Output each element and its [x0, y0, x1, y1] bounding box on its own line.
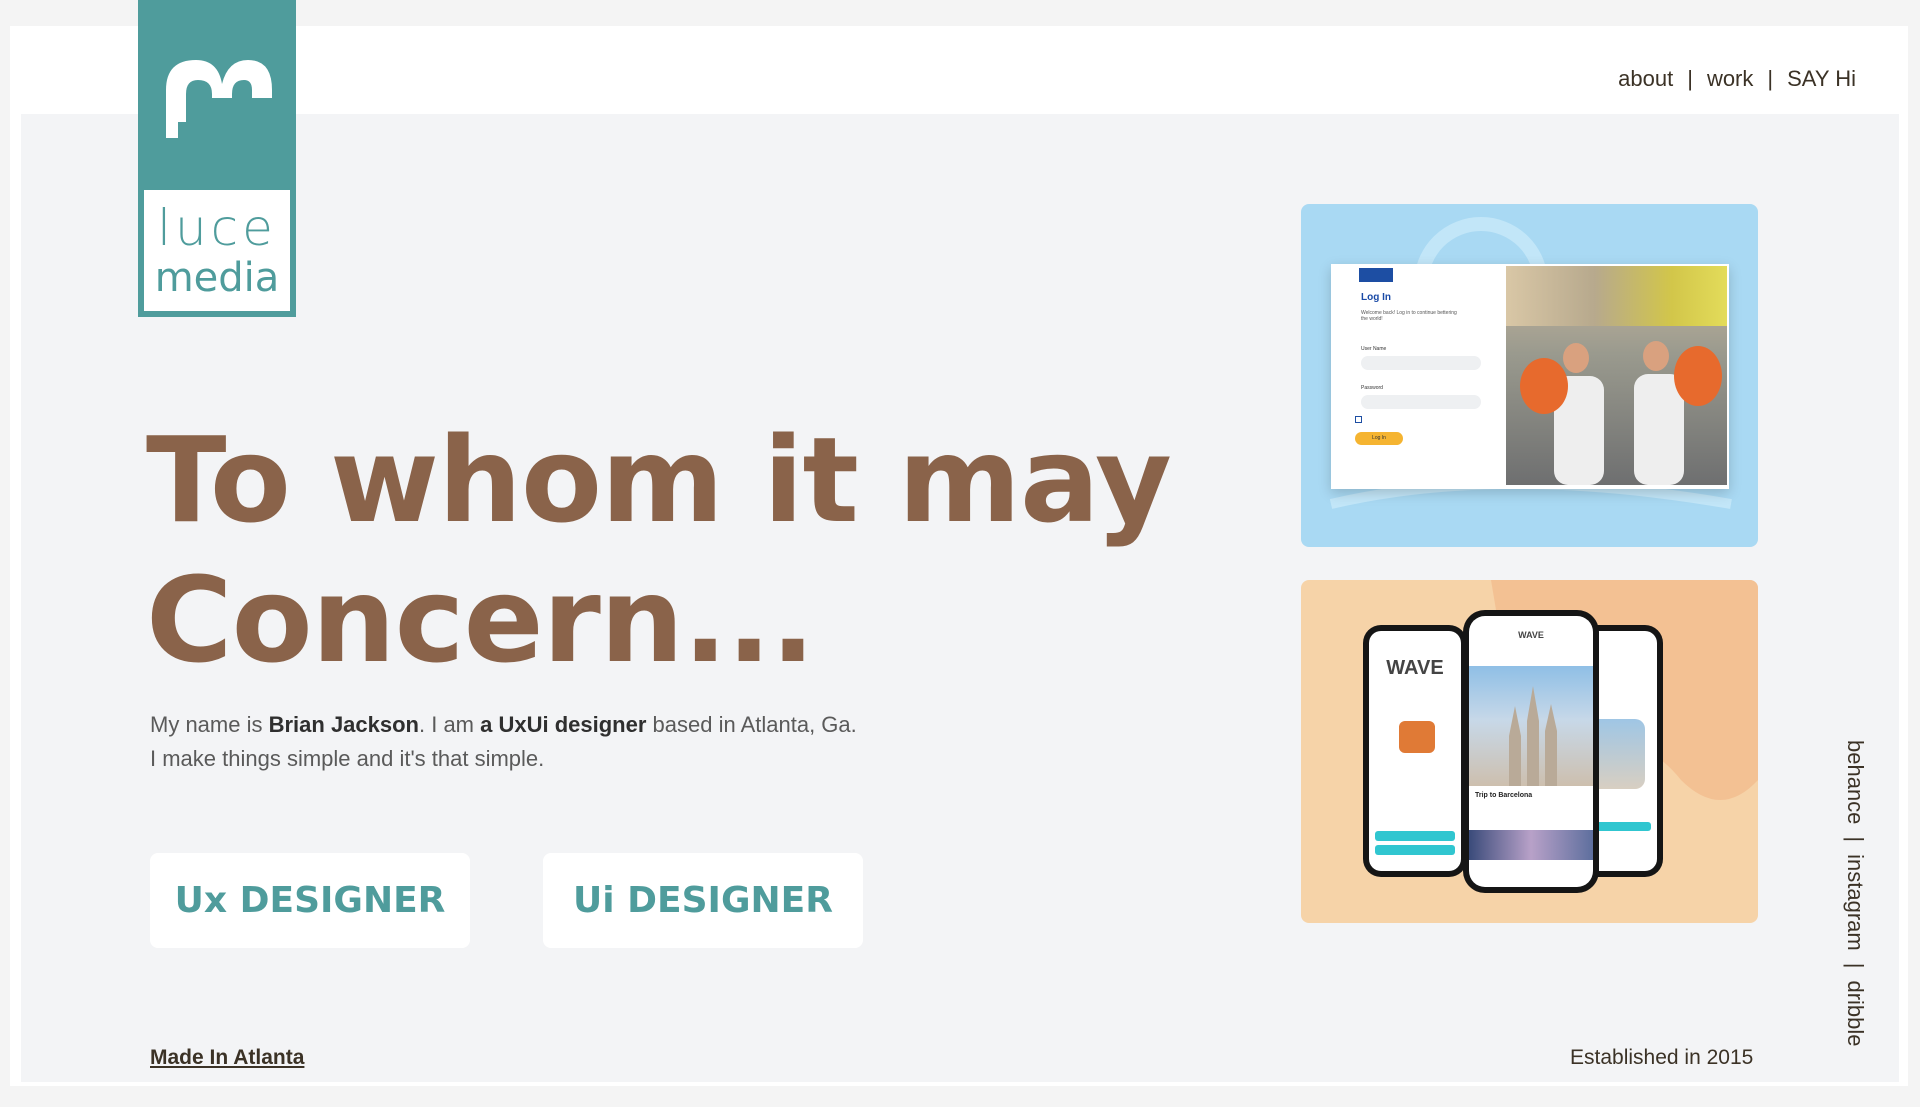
logo-text-box: luce media	[144, 190, 290, 311]
password-field	[1361, 395, 1481, 409]
united-way-logo	[1359, 268, 1393, 282]
behance-link[interactable]: behance	[1842, 740, 1868, 824]
intro-name: Brian Jackson	[268, 712, 419, 737]
dribble-link[interactable]: dribble	[1842, 980, 1868, 1046]
instagram-link[interactable]: instagram	[1842, 854, 1868, 951]
intro-mid: . I am	[419, 712, 481, 737]
logo-wordmark-media: media	[154, 255, 280, 301]
username-field	[1361, 356, 1481, 370]
wave-brand-left: WAVE	[1386, 657, 1444, 679]
volunteers-photo	[1506, 266, 1727, 485]
phone-center: WAVE Trip to Barcelona	[1463, 610, 1599, 893]
nav-separator: |	[1767, 66, 1774, 91]
page-headline: To whom it may Concern...	[146, 410, 1172, 690]
nav-work-link[interactable]: work	[1707, 66, 1753, 92]
wave-brand-center: WAVE	[1518, 630, 1544, 640]
intro-prefix: My name is	[150, 712, 269, 737]
intro-role: a UxUi designer	[480, 712, 647, 737]
intro-text: My name is Brian Jackson. I am a UxUi de…	[150, 708, 857, 776]
ux-designer-button[interactable]: Ux DESIGNER	[150, 853, 470, 948]
password-label: Password	[1361, 385, 1383, 391]
phone-left: WAVE	[1363, 625, 1467, 877]
made-in-atlanta-link[interactable]: Made In Atlanta	[150, 1046, 304, 1070]
logo-wordmark-luce: luce	[157, 199, 277, 257]
login-welcome-text: Welcome back! Log in to continue betteri…	[1361, 310, 1457, 322]
username-label: User Name	[1361, 346, 1387, 352]
intro-line-2: I make things simple and it's that simpl…	[150, 746, 545, 771]
login-screen-mockup: Log In Welcome back! Log in to continue …	[1331, 264, 1729, 489]
logo-m-icon	[166, 60, 272, 138]
photo-people-icon	[1520, 341, 1722, 485]
established-text: Established in 2015	[1570, 1046, 1754, 1069]
social-separator: |	[1843, 962, 1868, 969]
portfolio-card-login[interactable]: Log In Welcome back! Log in to continue …	[1301, 204, 1758, 547]
nav-say-hi-link[interactable]: SAY Hi	[1787, 66, 1856, 92]
trip-title: Trip to Barcelona	[1475, 792, 1533, 799]
portfolio-card-wave-app[interactable]: WAVE WAVE Trip to Barcelona	[1301, 580, 1758, 923]
login-form-panel: Log In Welcome back! Log in to continue …	[1331, 264, 1506, 489]
social-links: behance | instagram | dribble	[1828, 740, 1868, 1070]
ui-designer-button[interactable]: Ui DESIGNER	[543, 853, 863, 948]
social-separator: |	[1843, 836, 1868, 843]
top-nav: about | work | SAY Hi	[1618, 66, 1856, 92]
intro-suffix: based in Atlanta, Ga.	[646, 712, 857, 737]
login-button-mock: Log In	[1355, 432, 1403, 445]
church-icon	[1509, 686, 1557, 786]
suitcase-icon	[1399, 721, 1435, 753]
headline-line-1: To whom it may	[146, 411, 1172, 549]
remember-checkbox-icon	[1355, 416, 1362, 423]
nav-separator: |	[1687, 66, 1693, 91]
luce-media-logo[interactable]: luce media	[138, 0, 296, 317]
headline-line-2: Concern...	[146, 551, 815, 689]
nav-about-link[interactable]: about	[1618, 66, 1673, 92]
login-title: Log In	[1361, 292, 1391, 303]
sagrada-familia-photo	[1469, 666, 1593, 786]
